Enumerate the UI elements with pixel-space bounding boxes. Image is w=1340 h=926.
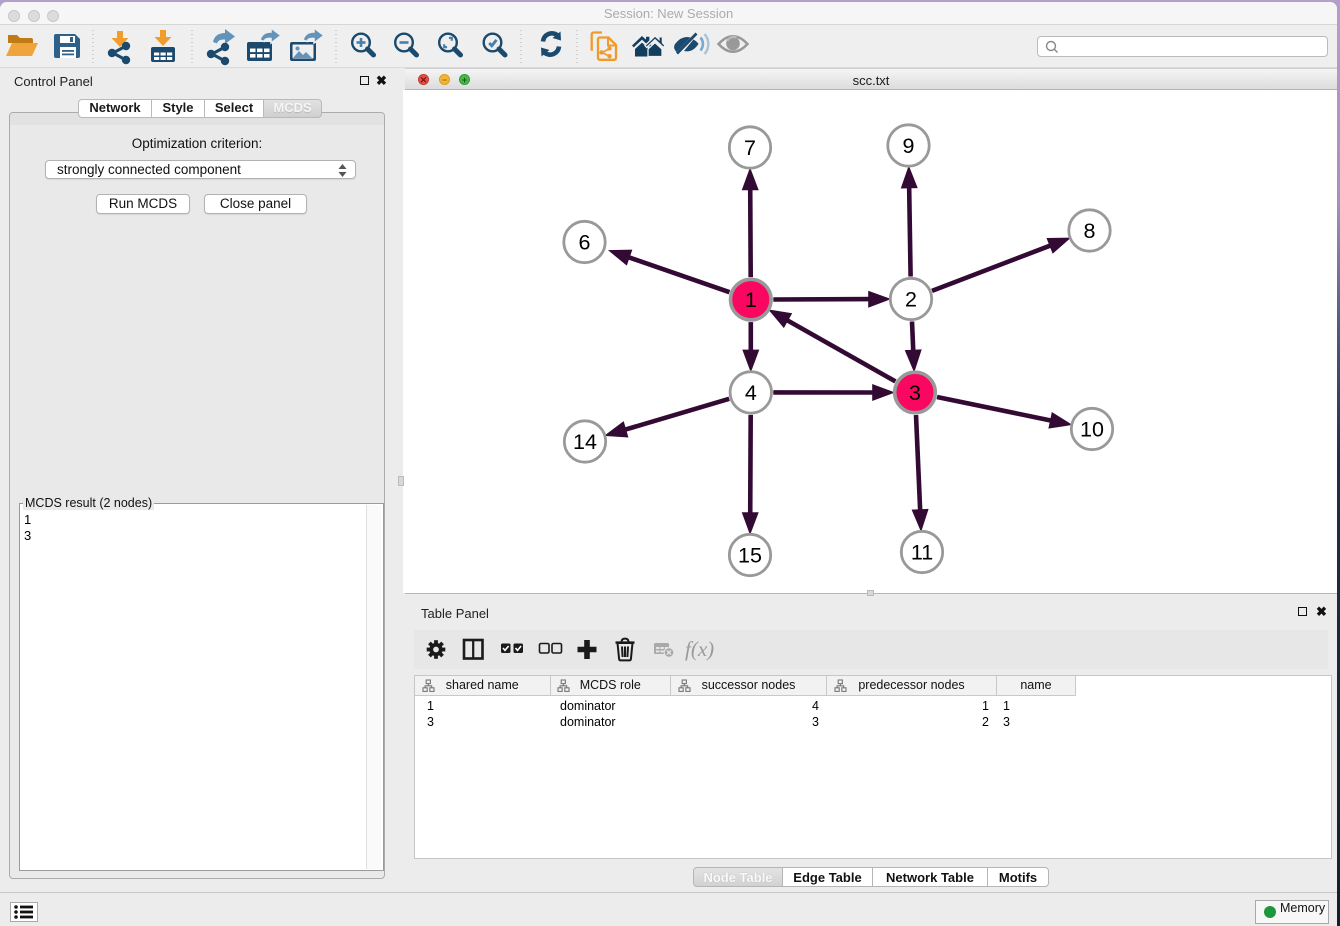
svg-text:14: 14 (573, 430, 597, 454)
svg-text:10: 10 (1080, 418, 1104, 442)
svg-text:15: 15 (738, 544, 762, 568)
svg-text:3: 3 (909, 381, 921, 405)
svg-text:11: 11 (911, 541, 933, 565)
svg-text:9: 9 (903, 134, 915, 158)
svg-text:8: 8 (1084, 219, 1096, 243)
svg-text:4: 4 (745, 381, 757, 405)
svg-text:2: 2 (905, 288, 917, 312)
svg-text:7: 7 (744, 136, 756, 160)
svg-text:1: 1 (745, 288, 757, 312)
svg-text:6: 6 (579, 231, 591, 255)
svg-text:f(x): f(x) (685, 637, 714, 661)
